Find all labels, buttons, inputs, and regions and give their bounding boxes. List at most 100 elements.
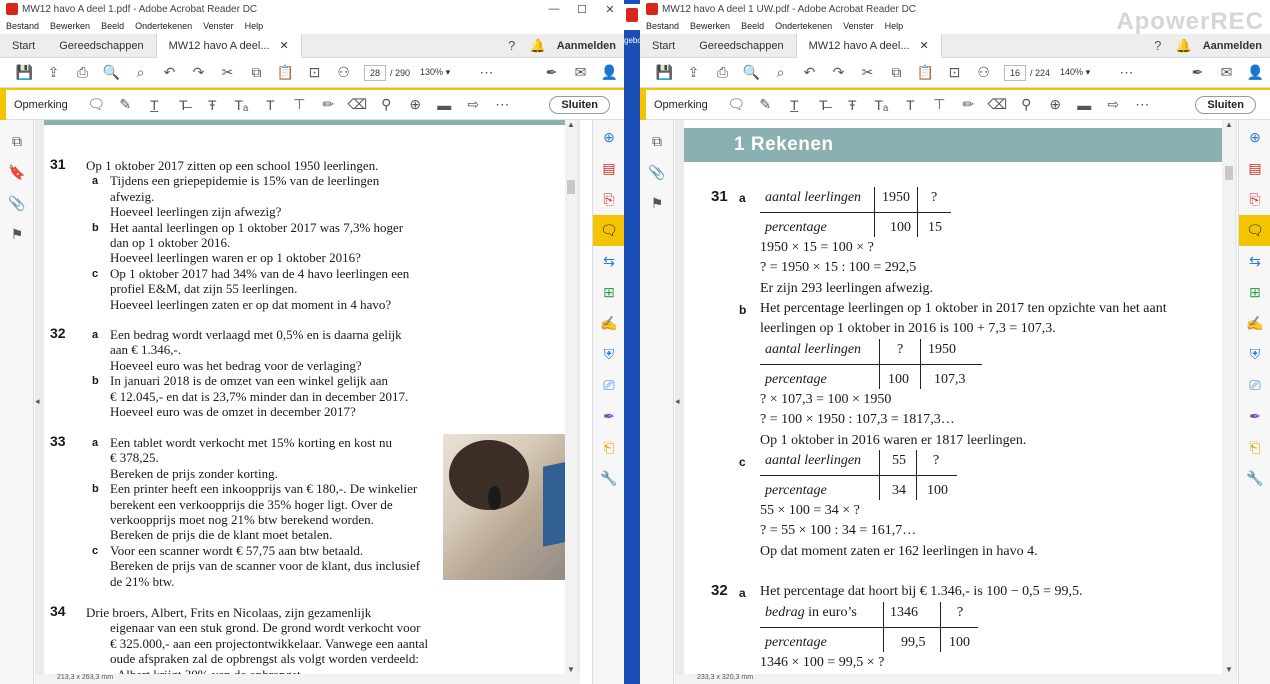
menu-help[interactable]: Help [885,21,904,31]
redo-icon[interactable]: ↷ [184,64,213,81]
replace-text-icon[interactable]: Ŧ [198,97,227,113]
comment-tool-icon[interactable]: 🗨 [593,215,624,246]
scroll-down-icon[interactable]: ▼ [1223,665,1235,674]
tab-gereedschappen[interactable]: Gereedschappen [47,34,155,58]
menu-beeld[interactable]: Beeld [741,21,764,31]
zoom-select[interactable]: 130% ▾ [420,67,468,78]
close-tab-icon[interactable]: ✕ [920,34,929,58]
undo-icon[interactable]: ↶ [155,64,184,81]
certify-icon[interactable]: ✒ [1239,401,1270,432]
close-comment-button[interactable]: Sluiten [1195,95,1256,114]
more-tools-wrench-icon[interactable]: 🔧 [593,463,624,494]
comment-tool-icon[interactable]: 🗨 [1239,215,1270,246]
pencil-icon[interactable]: ✏ [954,96,983,113]
close-comment-button[interactable]: Sluiten [549,95,610,114]
page-thumbnails-icon[interactable]: ⧉ [0,126,34,157]
strikethrough-text-icon[interactable]: T̶ [169,97,198,113]
insert-text-icon[interactable]: Tₐ [227,97,256,113]
send-file-icon[interactable]: ⎗ [593,432,624,463]
cut-icon[interactable]: ✂ [853,64,882,81]
export-pdf-icon[interactable]: ⎘ [1239,184,1270,215]
text-comment-icon[interactable]: T [896,97,925,113]
fill-sign-icon[interactable]: ✍ [593,308,624,339]
line-icon[interactable]: ▬ [430,97,459,113]
binoculars-icon[interactable]: ⚇ [969,64,998,81]
eraser-icon[interactable]: ⌫ [983,96,1012,113]
text-comment-icon[interactable]: T [256,97,285,113]
bell-icon[interactable]: 🔔 [1171,38,1197,54]
menu-ondertekenen[interactable]: Ondertekenen [135,21,192,31]
upload-icon[interactable]: ⇪ [679,64,708,81]
more-tools-wrench-icon[interactable]: 🔧 [1239,463,1270,494]
menu-venster[interactable]: Venster [203,21,234,31]
sticky-note-icon[interactable]: 🗨 [82,96,111,113]
maximize-button[interactable]: ☐ [568,3,596,16]
clipboard-icon[interactable]: 📋 [911,64,940,81]
highlight-icon[interactable]: ✎ [751,96,780,113]
scroll-thumb[interactable] [1225,166,1233,180]
textbox-icon[interactable]: ⊤ [925,96,954,113]
attach-icon[interactable]: ⊕ [401,96,430,113]
close-window-button[interactable]: ✕ [596,3,624,16]
binoculars-icon[interactable]: ⚇ [329,64,358,81]
highlight-icon[interactable]: ✎ [111,96,140,113]
signin-button[interactable]: Aanmelden [1197,40,1270,52]
protect-icon[interactable]: ⛨ [593,339,624,370]
attachment-icon[interactable]: 📎 [640,157,674,188]
scroll-down-icon[interactable]: ▼ [565,665,577,674]
textbox-icon[interactable]: ⊤ [285,96,314,113]
create-pdf-icon[interactable]: ⊕ [593,122,624,153]
bell-icon[interactable]: 🔔 [525,38,551,54]
create-pdf-icon[interactable]: ⊕ [1239,122,1270,153]
more-comment-tools-icon[interactable]: ⋯ [1128,96,1157,113]
snapshot-icon[interactable]: ⊡ [940,64,969,81]
help-icon[interactable]: ? [499,38,525,53]
menu-ondertekenen[interactable]: Ondertekenen [775,21,832,31]
right-vertical-scrollbar[interactable]: ▲ ▼ [1223,120,1235,684]
save-icon[interactable]: 💾 [10,64,39,81]
help-icon[interactable]: ? [1145,38,1171,53]
scroll-up-icon[interactable]: ▲ [1223,120,1235,129]
sign-icon[interactable]: ✒ [1183,64,1212,81]
menu-bewerken[interactable]: Bewerken [690,21,730,31]
undo-icon[interactable]: ↶ [795,64,824,81]
print-icon[interactable]: ⎙ [68,64,97,81]
stamp-icon[interactable]: ⚲ [372,96,401,113]
mail-icon[interactable]: ✉ [1212,64,1241,81]
underline-text-icon[interactable]: T̲ [780,97,809,113]
tab-start[interactable]: Start [0,34,47,58]
edit-pdf-icon[interactable]: ⊞ [593,277,624,308]
arrow-icon[interactable]: ⇨ [1099,96,1128,113]
copy-icon[interactable]: ⧉ [242,64,271,81]
menu-bestand[interactable]: Bestand [646,21,679,31]
tab-document[interactable]: MW12 havo A deel... ✕ [795,33,942,58]
export-pdf-icon[interactable]: ⎘ [593,184,624,215]
more-tools-icon[interactable]: ⋯ [472,64,501,81]
zoom-select[interactable]: 140% ▾ [1060,67,1108,78]
save-icon[interactable]: 💾 [650,64,679,81]
strikethrough-text-icon[interactable]: T̶ [809,97,838,113]
pencil-icon[interactable]: ✏ [314,96,343,113]
menu-bestand[interactable]: Bestand [6,21,39,31]
collapse-left-icon[interactable]: ◂ [675,396,680,407]
edit-pdf-icon[interactable]: ⊞ [1239,277,1270,308]
zoom-search-icon[interactable]: 🔍 [97,64,126,81]
menu-beeld[interactable]: Beeld [101,21,124,31]
scroll-up-icon[interactable]: ▲ [565,120,577,129]
replace-text-icon[interactable]: Ŧ [838,97,867,113]
sign-icon[interactable]: ✒ [537,64,566,81]
combine-files-icon[interactable]: ⇆ [1239,246,1270,277]
cut-icon[interactable]: ✂ [213,64,242,81]
page-number-input[interactable]: 28 [364,64,386,81]
combine-files-icon[interactable]: ⇆ [593,246,624,277]
arrow-icon[interactable]: ⇨ [459,96,488,113]
page-number-input[interactable]: 16 [1004,64,1026,81]
collapse-left-icon[interactable]: ◂ [35,396,40,407]
scan-icon[interactable]: ⎚ [593,370,624,401]
organize-pages-icon[interactable]: ▤ [593,153,624,184]
tab-gereedschappen[interactable]: Gereedschappen [687,34,795,58]
tags-icon[interactable]: ⚑ [0,219,34,250]
copy-icon[interactable]: ⧉ [882,64,911,81]
organize-pages-icon[interactable]: ▤ [1239,153,1270,184]
taskbar-pdf-icon[interactable] [624,4,640,30]
